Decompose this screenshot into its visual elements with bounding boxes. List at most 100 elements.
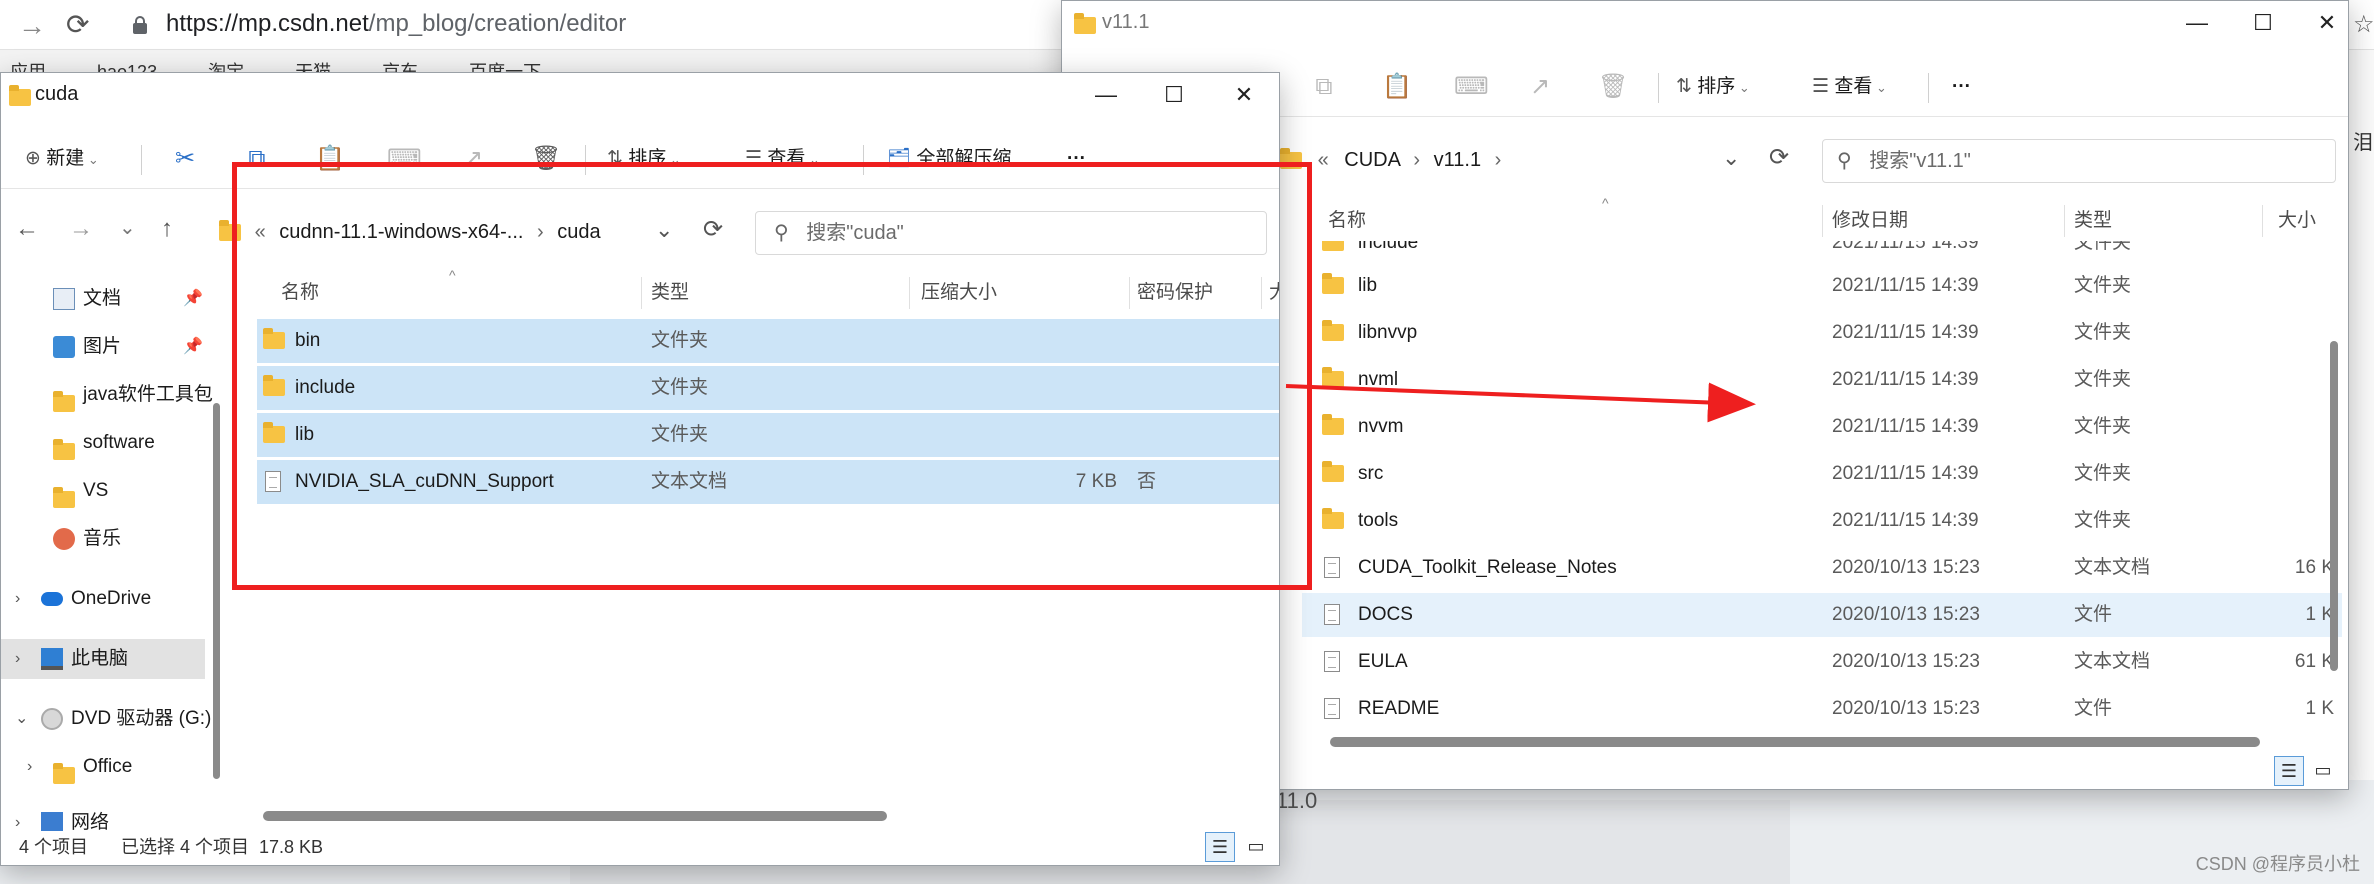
details-view-button[interactable]: ☰ [2274, 756, 2304, 786]
cut-icon[interactable]: ✂ [171, 145, 199, 173]
list-item[interactable]: tools 2021/11/15 14:39 文件夹 [1302, 499, 2342, 543]
nav-item-documents[interactable]: 文档 📌 [1, 279, 207, 319]
computer-icon [41, 648, 63, 670]
chevron-right-icon[interactable]: › [15, 639, 20, 679]
vertical-scrollbar[interactable] [2330, 341, 2338, 671]
column-divider[interactable] [2262, 205, 2263, 237]
separator [141, 145, 142, 175]
file-type: 文件夹 [2074, 322, 2132, 343]
tiles-view-button[interactable]: ▭ [2308, 756, 2338, 786]
horizontal-scrollbar[interactable] [263, 811, 887, 821]
file-date: 2021/11/15 14:39 [1832, 510, 1979, 531]
copy-icon[interactable]: ⧉ [1310, 73, 1338, 101]
breadcrumb-overflow[interactable]: « [1318, 149, 1329, 171]
new-button[interactable]: ⊕ 新建 ⌄ [25, 129, 99, 189]
nav-item-software[interactable]: software [1, 423, 207, 463]
file-date: 2021/11/15 14:39 [1832, 369, 1979, 390]
column-date[interactable]: 修改日期 [1832, 201, 1908, 241]
file-name: src [1358, 463, 1384, 484]
reload-icon[interactable]: ⟳ [66, 8, 89, 41]
column-type[interactable]: 类型 [2074, 201, 2112, 241]
file-size: 1 K [2305, 698, 2334, 719]
close-button[interactable]: ✕ [2302, 5, 2348, 41]
nav-item-java-tools[interactable]: java软件工具包 [1, 375, 213, 415]
pin-icon[interactable]: 📌 [183, 327, 203, 367]
file-name: README [1358, 698, 1440, 719]
title-bar: cuda — ☐ ✕ [1, 73, 1279, 117]
paste-icon[interactable]: 📋 [1382, 73, 1412, 101]
disc-icon [41, 708, 63, 730]
close-button[interactable]: ✕ [1219, 77, 1269, 113]
back-icon[interactable]: ← [15, 215, 39, 243]
up-icon[interactable]: ↑ [161, 215, 173, 243]
folder-icon [53, 487, 75, 509]
folder-icon [1322, 414, 1344, 436]
breadcrumb-segment[interactable]: v11.1 [1434, 149, 1481, 171]
breadcrumb-segment[interactable]: CUDA [1344, 149, 1400, 171]
list-item[interactable]: nvml 2021/11/15 14:39 文件夹 [1302, 358, 2342, 402]
file-name: lib [1358, 275, 1378, 296]
column-size[interactable]: 大小 [2278, 201, 2316, 241]
file-type: 文件夹 [2074, 463, 2132, 484]
file-type: 文件夹 [2074, 416, 2132, 437]
url-field[interactable]: https://mp.csdn.net/mp_blog/creation/edi… [166, 10, 626, 38]
list-item[interactable]: nvvm 2021/11/15 14:39 文件夹 [1302, 405, 2342, 449]
nav-item-onedrive[interactable]: › OneDrive [1, 579, 207, 619]
file-name: DOCS [1358, 604, 1413, 625]
chevron-right-icon[interactable]: › [27, 747, 32, 787]
file-size: 16 K [2294, 557, 2334, 578]
pin-icon[interactable]: 📌 [183, 279, 203, 319]
minimize-button[interactable]: — [1081, 77, 1131, 113]
list-item[interactable]: README 2020/10/13 15:23 文件 1 K [1302, 687, 2342, 729]
address-dropdown-icon[interactable]: ⌄ [1722, 145, 1740, 171]
column-header: 名称 ^ 修改日期 类型 大小 [1302, 195, 2348, 241]
column-divider[interactable] [2064, 205, 2065, 237]
forward-icon[interactable]: → [69, 215, 93, 243]
nav-item-music[interactable]: 音乐 [1, 519, 207, 559]
chevron-down-icon[interactable]: ⌄ [15, 699, 28, 739]
nav-item-this-pc[interactable]: › 此电脑 [1, 639, 205, 679]
more-button[interactable]: ··· [1952, 57, 1971, 117]
browser-side-strip: ☆ 泪 [2348, 11, 2374, 780]
tiles-view-button[interactable]: ▭ [1241, 832, 1271, 862]
delete-icon[interactable]: 🗑 [1598, 73, 1628, 101]
list-item[interactable]: src 2021/11/15 14:39 文件夹 [1302, 452, 2342, 496]
file-type: 文件夹 [2074, 241, 2132, 253]
folder-icon [1322, 273, 1344, 295]
minimize-button[interactable]: — [2172, 5, 2222, 41]
nav-item-vs[interactable]: VS [1, 471, 207, 511]
column-name[interactable]: 名称 [1328, 201, 1366, 241]
maximize-button[interactable]: ☐ [2238, 5, 2288, 41]
list-item[interactable]: include 2021/11/15 14:39 文件夹 [1302, 241, 2342, 265]
list-item[interactable]: lib 2021/11/15 14:39 文件夹 [1302, 264, 2342, 308]
search-input[interactable]: ⚲ 搜索"v11.1" [1822, 139, 2336, 183]
list-item[interactable]: EULA 2020/10/13 15:23 文本文档 61 K [1302, 640, 2342, 684]
file-date: 2020/10/13 15:23 [1832, 557, 1980, 578]
nav-item-dvd[interactable]: ⌄ DVD 驱动器 (G:) [1, 699, 211, 739]
chevron-right-icon: › [1494, 149, 1502, 171]
list-item[interactable]: DOCS 2020/10/13 15:23 文件 1 K [1302, 593, 2342, 637]
chevron-right-icon[interactable]: › [15, 579, 20, 619]
nav-item-office[interactable]: › Office [1, 747, 207, 787]
column-divider[interactable] [1822, 205, 1823, 237]
nav-scrollbar[interactable] [213, 403, 220, 779]
file-date: 2021/11/15 14:39 [1832, 416, 1979, 437]
horizontal-scrollbar[interactable] [1330, 737, 2260, 747]
refresh-icon[interactable]: ⟳ [1769, 143, 1789, 172]
recent-dropdown-icon[interactable]: ⌄ [119, 215, 136, 240]
view-button[interactable]: ☰ 查看 ⌄ [1812, 57, 1887, 117]
forward-icon[interactable]: → [18, 10, 46, 42]
rename-icon[interactable]: ⌨ [1454, 73, 1489, 101]
star-icon[interactable]: ☆ [2353, 10, 2374, 39]
chevron-right-icon[interactable]: › [15, 803, 20, 831]
share-icon[interactable]: ↗ [1526, 73, 1554, 101]
maximize-button[interactable]: ☐ [1149, 77, 1199, 113]
sort-button[interactable]: ⇅ 排序 ⌄ [1676, 57, 1750, 117]
list-item[interactable]: CUDA_Toolkit_Release_Notes 2020/10/13 15… [1302, 546, 2342, 590]
file-date: 2021/11/15 14:39 [1832, 322, 1979, 343]
text-file-icon [1324, 651, 1340, 673]
nav-item-pictures[interactable]: 图片 📌 [1, 327, 207, 367]
list-item[interactable]: libnvvp 2021/11/15 14:39 文件夹 [1302, 311, 2342, 355]
nav-item-network[interactable]: › 网络 [1, 803, 207, 831]
details-view-button[interactable]: ☰ [1205, 832, 1235, 862]
